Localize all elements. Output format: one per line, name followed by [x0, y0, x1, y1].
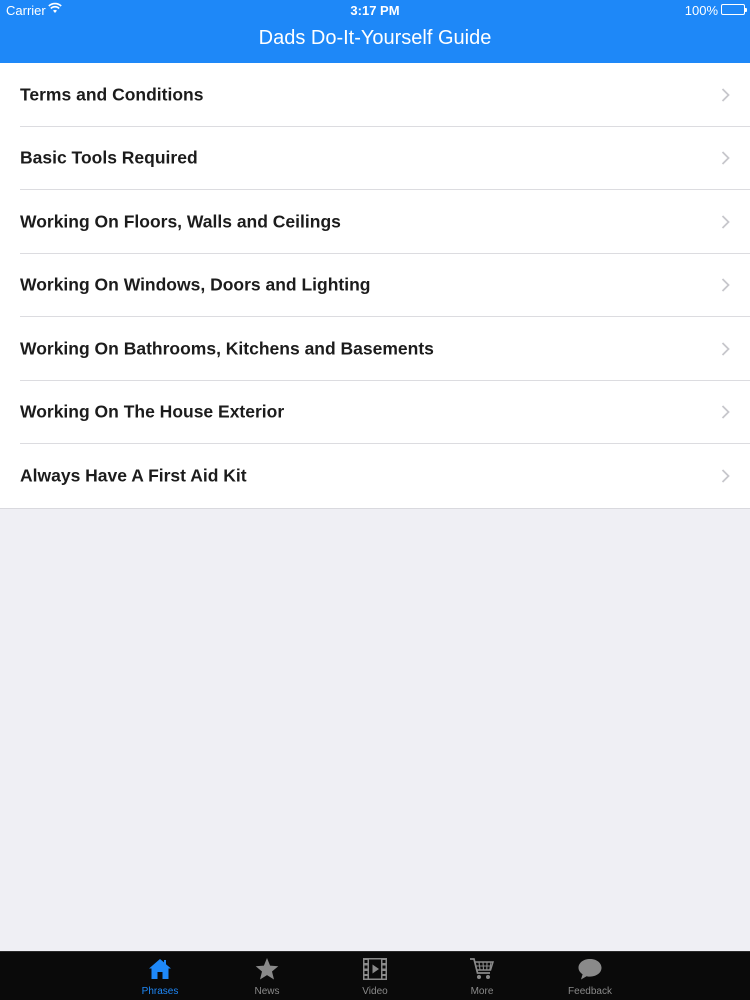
- tab-label: Feedback: [568, 986, 612, 997]
- chevron-right-icon: [721, 215, 730, 229]
- menu-item-terms-and-conditions[interactable]: Terms and Conditions: [0, 63, 750, 127]
- star-icon: [254, 956, 280, 982]
- menu-item-label: Always Have A First Aid Kit: [20, 465, 247, 486]
- menu-item-label: Working On Bathrooms, Kitchens and Basem…: [20, 338, 434, 359]
- menu-item-basic-tools[interactable]: Basic Tools Required: [0, 127, 750, 191]
- menu-item-label: Terms and Conditions: [20, 84, 204, 105]
- chevron-right-icon: [721, 405, 730, 419]
- menu-item-bathrooms-kitchens-basements[interactable]: Working On Bathrooms, Kitchens and Basem…: [0, 317, 750, 381]
- tab-label: More: [470, 986, 494, 997]
- chevron-right-icon: [721, 278, 730, 292]
- navigation-header: Carrier 3:17 PM 100% Dads Do-It-Yourself…: [0, 0, 750, 63]
- battery-icon: [721, 4, 747, 15]
- menu-item-label: Basic Tools Required: [20, 147, 198, 168]
- tab-label: Phrases: [141, 986, 179, 997]
- tab-label: News: [254, 986, 280, 997]
- tab-bar: Phrases News Video More Feedback: [0, 951, 750, 1000]
- menu-item-label: Working On Floors, Walls and Ceilings: [20, 211, 341, 232]
- menu-item-first-aid-kit[interactable]: Always Have A First Aid Kit: [0, 444, 750, 508]
- menu-item-label: Working On The House Exterior: [20, 401, 285, 422]
- tab-phrases[interactable]: Phrases: [120, 952, 200, 1000]
- tab-label: Video: [362, 986, 388, 997]
- battery-percentage: 100%: [684, 3, 718, 18]
- tab-video[interactable]: Video: [335, 952, 415, 1000]
- tab-news[interactable]: News: [227, 952, 307, 1000]
- chevron-right-icon: [721, 469, 730, 483]
- status-bar: Carrier 3:17 PM 100%: [0, 0, 750, 20]
- chevron-right-icon: [721, 151, 730, 165]
- home-icon: [147, 956, 173, 982]
- clock-time: 3:17 PM: [350, 3, 400, 18]
- film-icon: [362, 956, 388, 982]
- tab-more[interactable]: More: [442, 952, 522, 1000]
- menu-item-floors-walls-ceilings[interactable]: Working On Floors, Walls and Ceilings: [0, 190, 750, 254]
- menu-item-house-exterior[interactable]: Working On The House Exterior: [0, 381, 750, 445]
- cart-icon: [469, 956, 495, 982]
- menu-item-label: Working On Windows, Doors and Lighting: [20, 274, 371, 295]
- chevron-right-icon: [721, 342, 730, 356]
- tab-feedback[interactable]: Feedback: [550, 952, 630, 1000]
- page-title: Dads Do-It-Yourself Guide: [258, 27, 492, 49]
- chat-bubble-icon: [577, 956, 603, 982]
- menu-item-windows-doors-lighting[interactable]: Working On Windows, Doors and Lighting: [0, 254, 750, 318]
- chevron-right-icon: [721, 88, 730, 102]
- menu-list: Terms and Conditions Basic Tools Required…: [0, 63, 750, 509]
